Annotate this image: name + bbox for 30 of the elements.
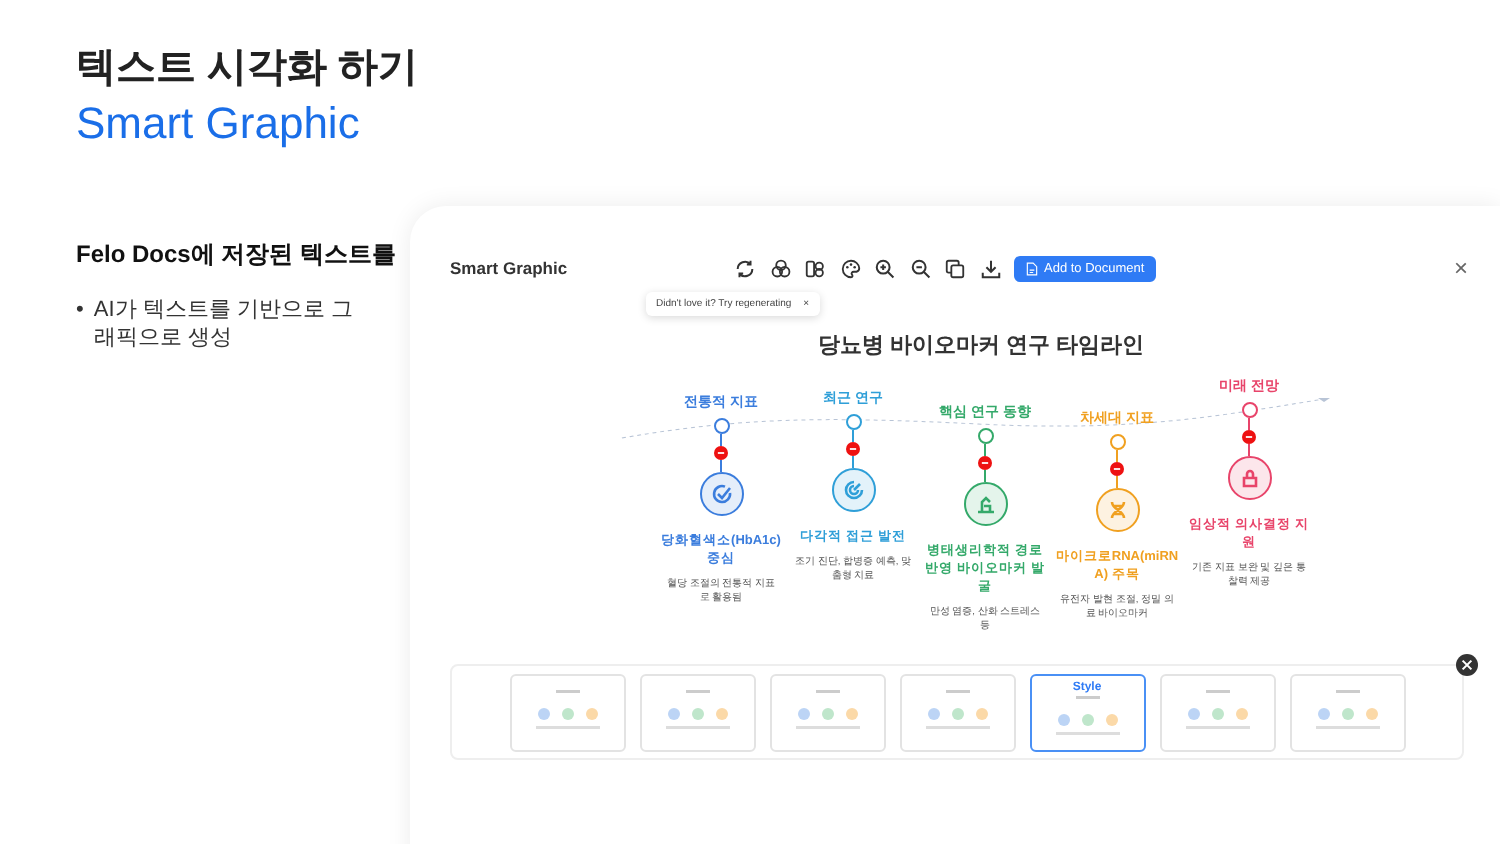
panel-title: Smart Graphic [450, 258, 570, 278]
minus-marker-icon [1110, 462, 1124, 476]
bullet-marker: • [76, 296, 84, 326]
download-icon[interactable] [979, 257, 1001, 279]
minus-marker-icon [714, 446, 728, 460]
style-thumbnail[interactable] [899, 673, 1015, 751]
refresh-icon[interactable] [734, 257, 756, 279]
style-thumbnail[interactable] [769, 673, 885, 751]
minus-marker-icon [978, 456, 992, 470]
shapes-icon[interactable] [804, 257, 826, 279]
style-thumbnail[interactable] [1159, 673, 1275, 751]
style-thumbnail[interactable] [1289, 673, 1405, 751]
page-subtitle: Smart Graphic [76, 98, 362, 150]
page-title: 텍스트 시각화 하기 [76, 44, 410, 94]
lead-text: Felo Docs에 저장된 텍스트를 [76, 238, 399, 272]
style-thumbnail[interactable] [639, 673, 755, 751]
palette-icon[interactable] [839, 257, 861, 279]
close-button[interactable]: × [1453, 254, 1472, 282]
minus-marker-icon [1242, 430, 1256, 444]
minus-marker-icon [846, 442, 860, 456]
copy-icon[interactable] [944, 257, 966, 279]
close-strip-button[interactable] [1456, 654, 1478, 676]
zoom-in-icon[interactable] [874, 257, 896, 279]
zoom-out-icon[interactable] [909, 257, 931, 279]
style-thumbnail[interactable] [509, 673, 625, 751]
close-icon [1460, 658, 1474, 672]
bullet-text: AI가 텍스트를 기반으로 그래픽으로 생성 [93, 296, 355, 352]
document-icon [1026, 261, 1038, 275]
graphic-title: 당뇨병 바이오마커 연구 타임라인 [815, 332, 1147, 360]
circles-icon[interactable] [769, 257, 791, 279]
